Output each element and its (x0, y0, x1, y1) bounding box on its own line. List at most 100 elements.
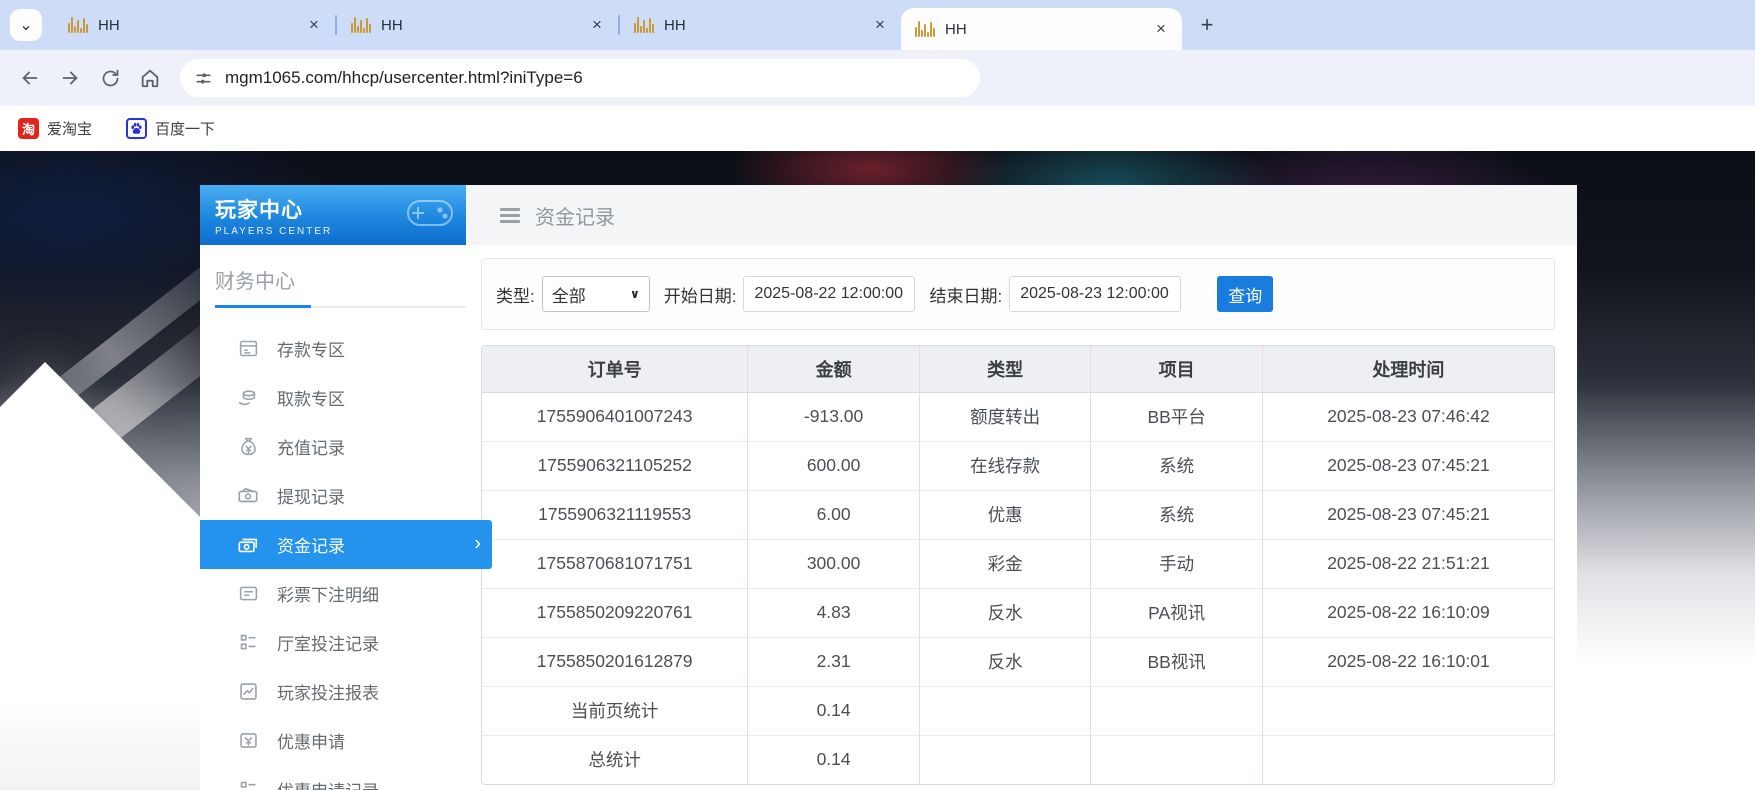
tab-title: HH (381, 17, 586, 34)
table-cell (1091, 735, 1263, 784)
bookmarks-bar: 淘爱淘宝 百度一下 (0, 106, 1755, 151)
promo-envelope-icon (237, 730, 259, 752)
sidebar-item-recharge-records[interactable]: 充值记录› (200, 422, 466, 471)
table-cell: 300.00 (748, 539, 920, 588)
table-cell: 系统 (1091, 441, 1263, 490)
browser-tab-4[interactable]: HH× (901, 8, 1182, 50)
sidebar-item-lottery-bet-details[interactable]: 彩票下注明细› (200, 569, 466, 618)
browser-tab-3[interactable]: HH× (620, 0, 901, 50)
sidebar-item-promo-apply-records[interactable]: 优惠申请记录› (200, 765, 466, 790)
table-cell: -913.00 (748, 392, 920, 441)
table-cell: 2025-08-23 07:45:21 (1262, 490, 1554, 539)
column-header-2: 金额 (748, 346, 920, 392)
table-cell: 优惠 (919, 490, 1091, 539)
sidebar-item-label: 取款专区 (277, 385, 345, 410)
moneybag-icon (237, 436, 259, 458)
site-favicon-icon (915, 21, 935, 37)
players-center-banner: 玩家中心 PLAYERS CENTER (200, 185, 466, 245)
site-favicon-icon (351, 17, 371, 33)
tab-search-button[interactable]: ⌄ (10, 9, 42, 41)
table-cell: 手动 (1091, 539, 1263, 588)
table-cell: 系统 (1091, 490, 1263, 539)
start-date-input[interactable] (743, 276, 915, 312)
table-cell: 额度转出 (919, 392, 1091, 441)
browser-tab-1[interactable]: HH× (54, 0, 335, 50)
browser-window: ⌄ HH×HH×HH×HH× + mgm1065.com/hhcp/userce… (0, 0, 1755, 151)
sidebar-item-hall-bet-records[interactable]: 厅室投注记录› (200, 618, 466, 667)
table-row: 17558502016128792.31反水BB视讯2025-08-22 16:… (482, 637, 1554, 686)
table-cell: PA视讯 (1091, 588, 1263, 637)
table-cell (919, 735, 1091, 784)
search-button[interactable]: 查询 (1217, 276, 1273, 312)
bookmark-baidu[interactable]: 百度一下 (126, 118, 215, 139)
sidebar-item-withdraw-zone[interactable]: 取款专区› (200, 373, 466, 422)
tab-title: HH (664, 17, 869, 34)
browser-tab-2[interactable]: HH× (337, 0, 618, 50)
table-cell: 1755906321105252 (482, 441, 748, 490)
type-select[interactable]: 全部 ∨ (542, 276, 650, 312)
new-tab-button[interactable]: + (1192, 10, 1222, 40)
address-bar[interactable]: mgm1065.com/hhcp/usercenter.html?iniType… (180, 59, 980, 97)
sidebar-item-label: 优惠申请记录 (277, 777, 379, 790)
reload-button[interactable] (90, 58, 130, 98)
table-cell: 2025-08-23 07:45:21 (1262, 441, 1554, 490)
url-text: mgm1065.com/hhcp/usercenter.html?iniType… (225, 68, 583, 88)
type-label: 类型: (496, 282, 535, 307)
table-cell: 0.14 (748, 686, 920, 735)
home-icon (139, 67, 161, 89)
column-header-1: 订单号 (482, 346, 748, 392)
table-cell: 反水 (919, 588, 1091, 637)
withdraw-hand-icon (237, 387, 259, 409)
back-button[interactable] (10, 58, 50, 98)
table-cell: 当前页统计 (482, 686, 748, 735)
taobao-icon: 淘 (18, 118, 39, 139)
table-row: 17559063211195536.00优惠系统2025-08-23 07:45… (482, 490, 1554, 539)
ticket-list-icon (237, 583, 259, 605)
table-cell: BB平台 (1091, 392, 1263, 441)
column-header-4: 项目 (1091, 346, 1263, 392)
table-cell: 1755870681071751 (482, 539, 748, 588)
forward-arrow-icon (59, 67, 81, 89)
tab-title: HH (98, 17, 303, 34)
tab-close-icon[interactable]: × (303, 14, 325, 36)
tab-close-icon[interactable]: × (1150, 18, 1172, 40)
baidu-paw-icon (126, 118, 147, 139)
deposit-card-icon (237, 338, 259, 360)
table-cell (1262, 735, 1554, 784)
table-cell (919, 686, 1091, 735)
sidebar-item-player-bet-report[interactable]: 玩家投注报表› (200, 667, 466, 716)
sidebar-item-label: 资金记录 (277, 532, 345, 557)
home-button[interactable] (130, 58, 170, 98)
table-cell: 2.31 (748, 637, 920, 686)
sidebar-section-title: 财务中心 (200, 245, 466, 306)
chevron-down-icon: ⌄ (19, 15, 32, 35)
type-select-value: 全部 (552, 282, 586, 307)
hamburger-icon[interactable] (500, 208, 520, 223)
tab-close-icon[interactable]: × (586, 14, 608, 36)
table-cell: 1755850209220761 (482, 588, 748, 637)
forward-button[interactable] (50, 58, 90, 98)
sidebar-item-withdrawal-records[interactable]: 提现记录› (200, 471, 466, 520)
end-date-input[interactable] (1009, 276, 1181, 312)
report-chart-icon (237, 681, 259, 703)
sidebar-item-deposit-zone[interactable]: 存款专区› (200, 324, 466, 373)
table-cell: 2025-08-22 16:10:01 (1262, 637, 1554, 686)
end-date-label: 结束日期: (929, 282, 1002, 307)
table-cell: 1755850201612879 (482, 637, 748, 686)
table-row: 1755906321105252600.00在线存款系统2025-08-23 0… (482, 441, 1554, 490)
tab-close-icon[interactable]: × (869, 14, 891, 36)
checklist-icon (237, 632, 259, 654)
browser-toolbar: mgm1065.com/hhcp/usercenter.html?iniType… (0, 50, 1755, 106)
page-viewport: 玩家中心 PLAYERS CENTER 财务中心 存款专区›取款专区›充值记录›… (0, 151, 1755, 790)
table-cell: 彩金 (919, 539, 1091, 588)
table-cell: 4.83 (748, 588, 920, 637)
tab-list: HH×HH×HH×HH× (54, 0, 1182, 50)
sidebar-item-promo-apply[interactable]: 优惠申请› (200, 716, 466, 765)
bookmark-aitaobao[interactable]: 淘爱淘宝 (18, 118, 92, 139)
page-title: 资金记录 (535, 201, 615, 230)
table-row: 当前页统计0.14 (482, 686, 1554, 735)
table-cell: 6.00 (748, 490, 920, 539)
sidebar-item-label: 充值记录 (277, 434, 345, 459)
sidebar-item-funds-records[interactable]: 资金记录› (200, 520, 492, 569)
table-cell: 1755906321119553 (482, 490, 748, 539)
